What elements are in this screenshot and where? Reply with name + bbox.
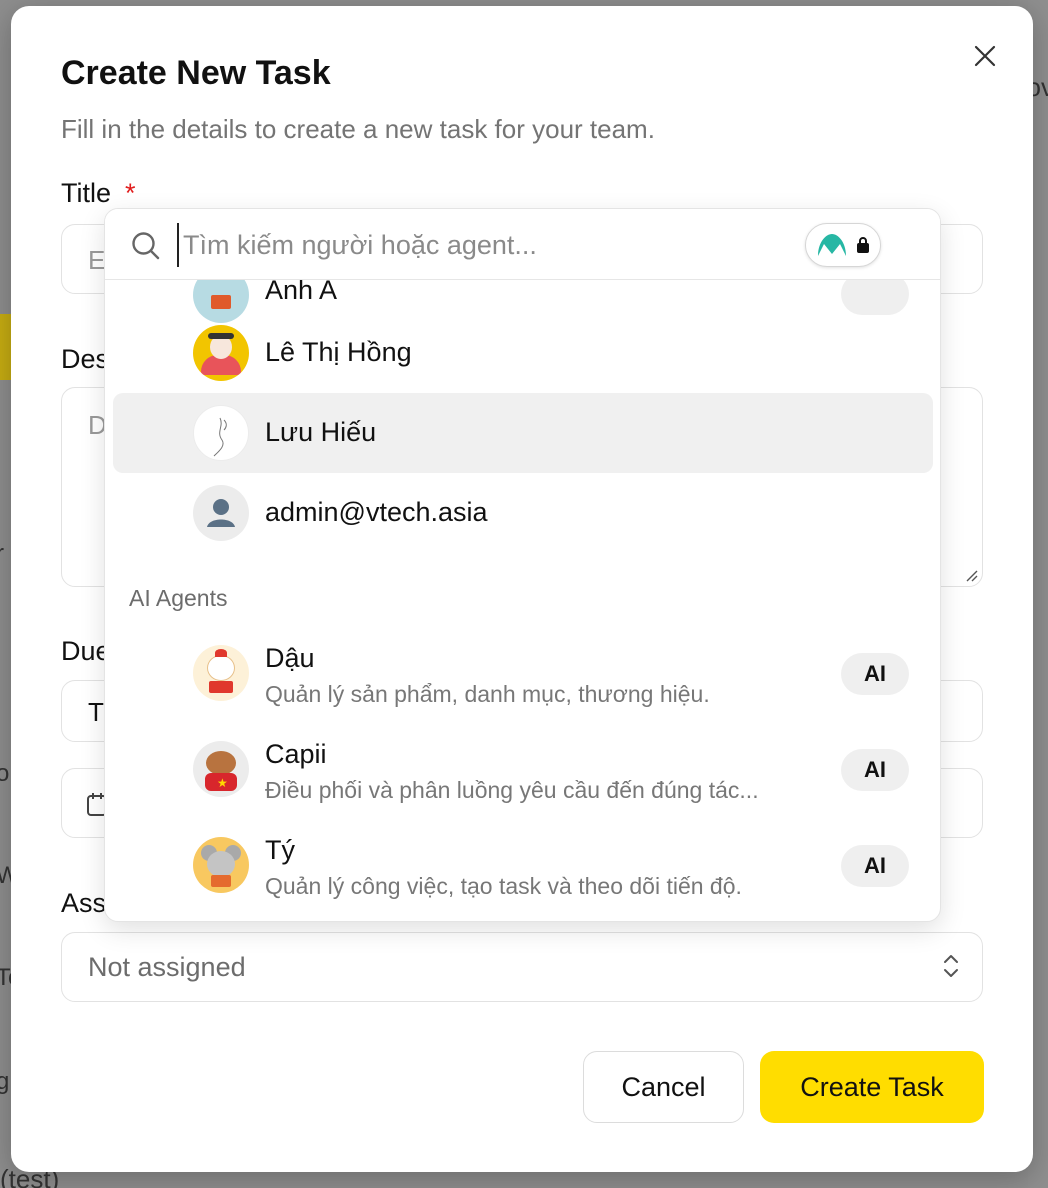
agent-name: Dậu	[265, 643, 315, 673]
background-left-glyph: r	[0, 540, 4, 568]
sketch-hand-avatar-icon	[193, 405, 249, 461]
list-item-person[interactable]: Lê Thị Hồng	[113, 313, 933, 393]
assignee-select[interactable]: Not assigned	[61, 932, 983, 1002]
mountain-logo-icon	[818, 234, 846, 256]
cancel-button[interactable]: Cancel	[583, 1051, 744, 1123]
list-item-name: Lưu Hiếu	[265, 417, 377, 447]
default-user-avatar-icon	[193, 485, 249, 541]
background-left-glyph: g	[0, 1068, 10, 1095]
list-item-agent[interactable]: Dậu Quản lý sản phẩm, danh mục, thương h…	[113, 633, 933, 723]
agent-name: Capii	[265, 739, 327, 769]
list-item-person[interactable]: admin@vtech.asia	[113, 473, 933, 553]
lock-icon	[857, 237, 869, 253]
resize-handle-icon[interactable]	[964, 568, 978, 582]
chevron-up-down-icon	[944, 955, 958, 977]
assignee-label: Ass	[61, 888, 107, 918]
girl-watermelon-avatar-icon	[193, 325, 249, 381]
due-type-value: T	[88, 697, 104, 727]
create-task-button[interactable]: Create Task	[760, 1051, 984, 1123]
password-manager-extension-button[interactable]	[805, 223, 881, 267]
required-asterisk: *	[125, 178, 136, 208]
search-input[interactable]	[177, 223, 797, 267]
description-label: Des	[61, 344, 110, 374]
title-label-text: Title	[61, 178, 112, 208]
ai-agents-section-label: AI Agents	[129, 585, 228, 611]
search-icon	[132, 232, 160, 260]
list-item-person-highlighted[interactable]: Lưu Hiếu	[113, 393, 933, 473]
assignee-value: Not assigned	[88, 952, 246, 982]
ai-badge: AI	[841, 653, 909, 695]
agent-name: Tý	[265, 835, 295, 865]
modal-title: Create New Task	[61, 54, 331, 92]
agent-description: Quản lý công việc, tạo task và theo dõi …	[265, 873, 742, 899]
dropdown-search-bar	[105, 209, 940, 280]
assignee-dropdown: Anh A Lê Thị Hồng Lưu Hiếu admin@vtech.a…	[104, 208, 941, 922]
list-item-name: admin@vtech.asia	[265, 497, 488, 527]
ai-badge: AI	[841, 749, 909, 791]
agent-description: Quản lý sản phẩm, danh mục, thương hiệu.	[265, 681, 710, 707]
agent-description: Điều phối và phân luồng yêu cầu đến đúng…	[265, 777, 759, 803]
background-left-glyph: o	[0, 760, 10, 787]
list-item-agent[interactable]: ★ Capii Điều phối và phân luồng yêu cầu …	[113, 729, 933, 819]
assignee-options-list: Anh A Lê Thị Hồng Lưu Hiếu admin@vtech.a…	[105, 209, 940, 921]
list-item-agent[interactable]: Tý Quản lý công việc, tạo task và theo d…	[113, 825, 933, 915]
ai-badge: AI	[841, 845, 909, 887]
capybara-avatar-icon: ★	[193, 741, 249, 797]
close-button[interactable]	[971, 42, 999, 70]
modal-subtitle: Fill in the details to create a new task…	[61, 114, 655, 144]
close-icon	[974, 45, 996, 67]
title-input-placeholder: E	[88, 245, 106, 275]
mouse-avatar-icon	[193, 837, 249, 893]
title-label: Title *	[61, 178, 136, 209]
list-item-name: Lê Thị Hồng	[265, 337, 412, 367]
rooster-avatar-icon	[193, 645, 249, 701]
